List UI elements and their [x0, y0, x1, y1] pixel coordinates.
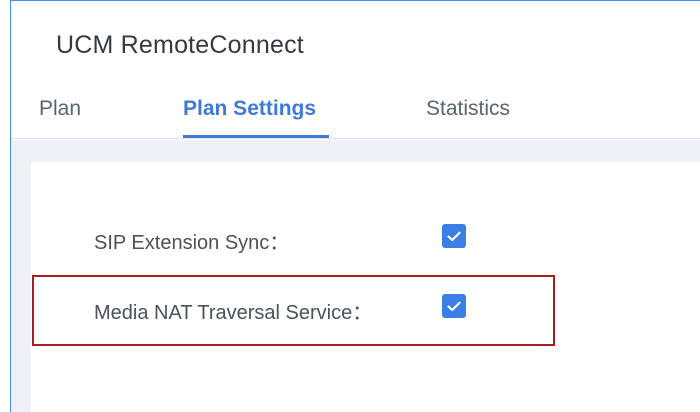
sip-extension-sync-label: SIP Extension Sync： [94, 232, 290, 254]
sip-extension-sync-checkbox[interactable] [442, 224, 466, 248]
checkmark-icon [447, 231, 461, 241]
app-window: UCM RemoteConnect Plan Plan Settings Sta… [10, 0, 700, 412]
tab-plan-settings[interactable]: Plan Settings [183, 97, 316, 139]
highlight-box [32, 275, 555, 346]
app-title: UCM RemoteConnect [56, 31, 304, 59]
tab-plan[interactable]: Plan [39, 97, 81, 139]
tab-bar: Plan Plan Settings Statistics [11, 83, 700, 139]
active-tab-indicator [183, 135, 329, 138]
tab-statistics[interactable]: Statistics [426, 97, 510, 139]
